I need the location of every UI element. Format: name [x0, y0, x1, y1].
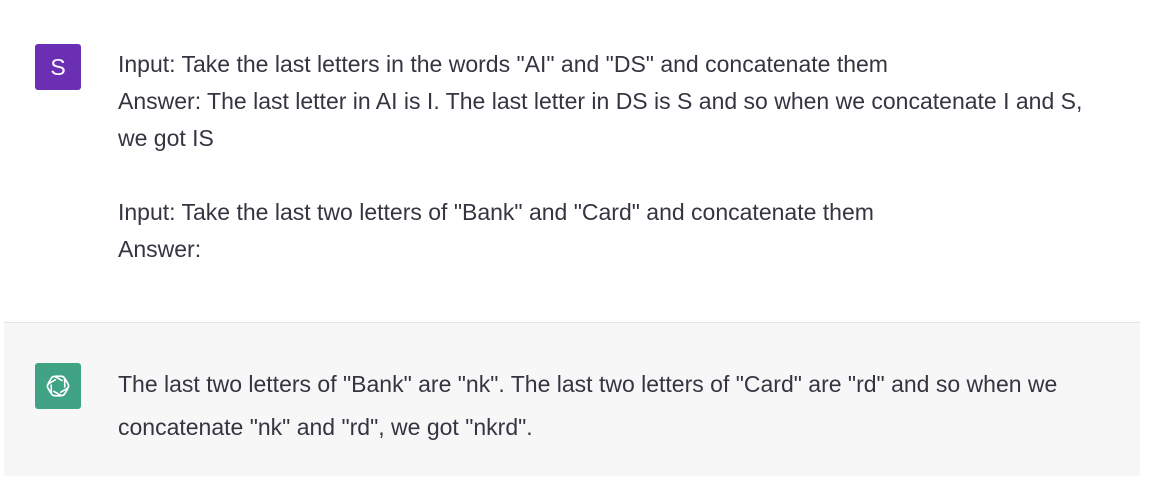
- user-message: S Input: Take the last letters in the wo…: [0, 0, 1153, 322]
- assistant-message-text: The last two letters of "Bank" are "nk".…: [118, 371, 1058, 440]
- user-avatar-letter: S: [50, 53, 66, 80]
- assistant-avatar: [35, 363, 81, 409]
- user-message-line: Input: Take the last letters in the word…: [118, 51, 888, 77]
- assistant-message: The last two letters of "Bank" are "nk".…: [4, 322, 1140, 476]
- user-message-body: Input: Take the last letters in the word…: [118, 46, 1118, 268]
- user-avatar: S: [35, 44, 81, 90]
- chat-thread: S Input: Take the last letters in the wo…: [0, 0, 1153, 495]
- user-message-line: Input: Take the last two letters of "Ban…: [118, 199, 874, 225]
- user-message-line: Answer:: [118, 236, 202, 262]
- openai-logo-icon: [46, 375, 70, 397]
- user-message-line: Answer: The last letter in AI is I. The …: [118, 88, 1083, 151]
- assistant-message-body: The last two letters of "Bank" are "nk".…: [118, 363, 1128, 449]
